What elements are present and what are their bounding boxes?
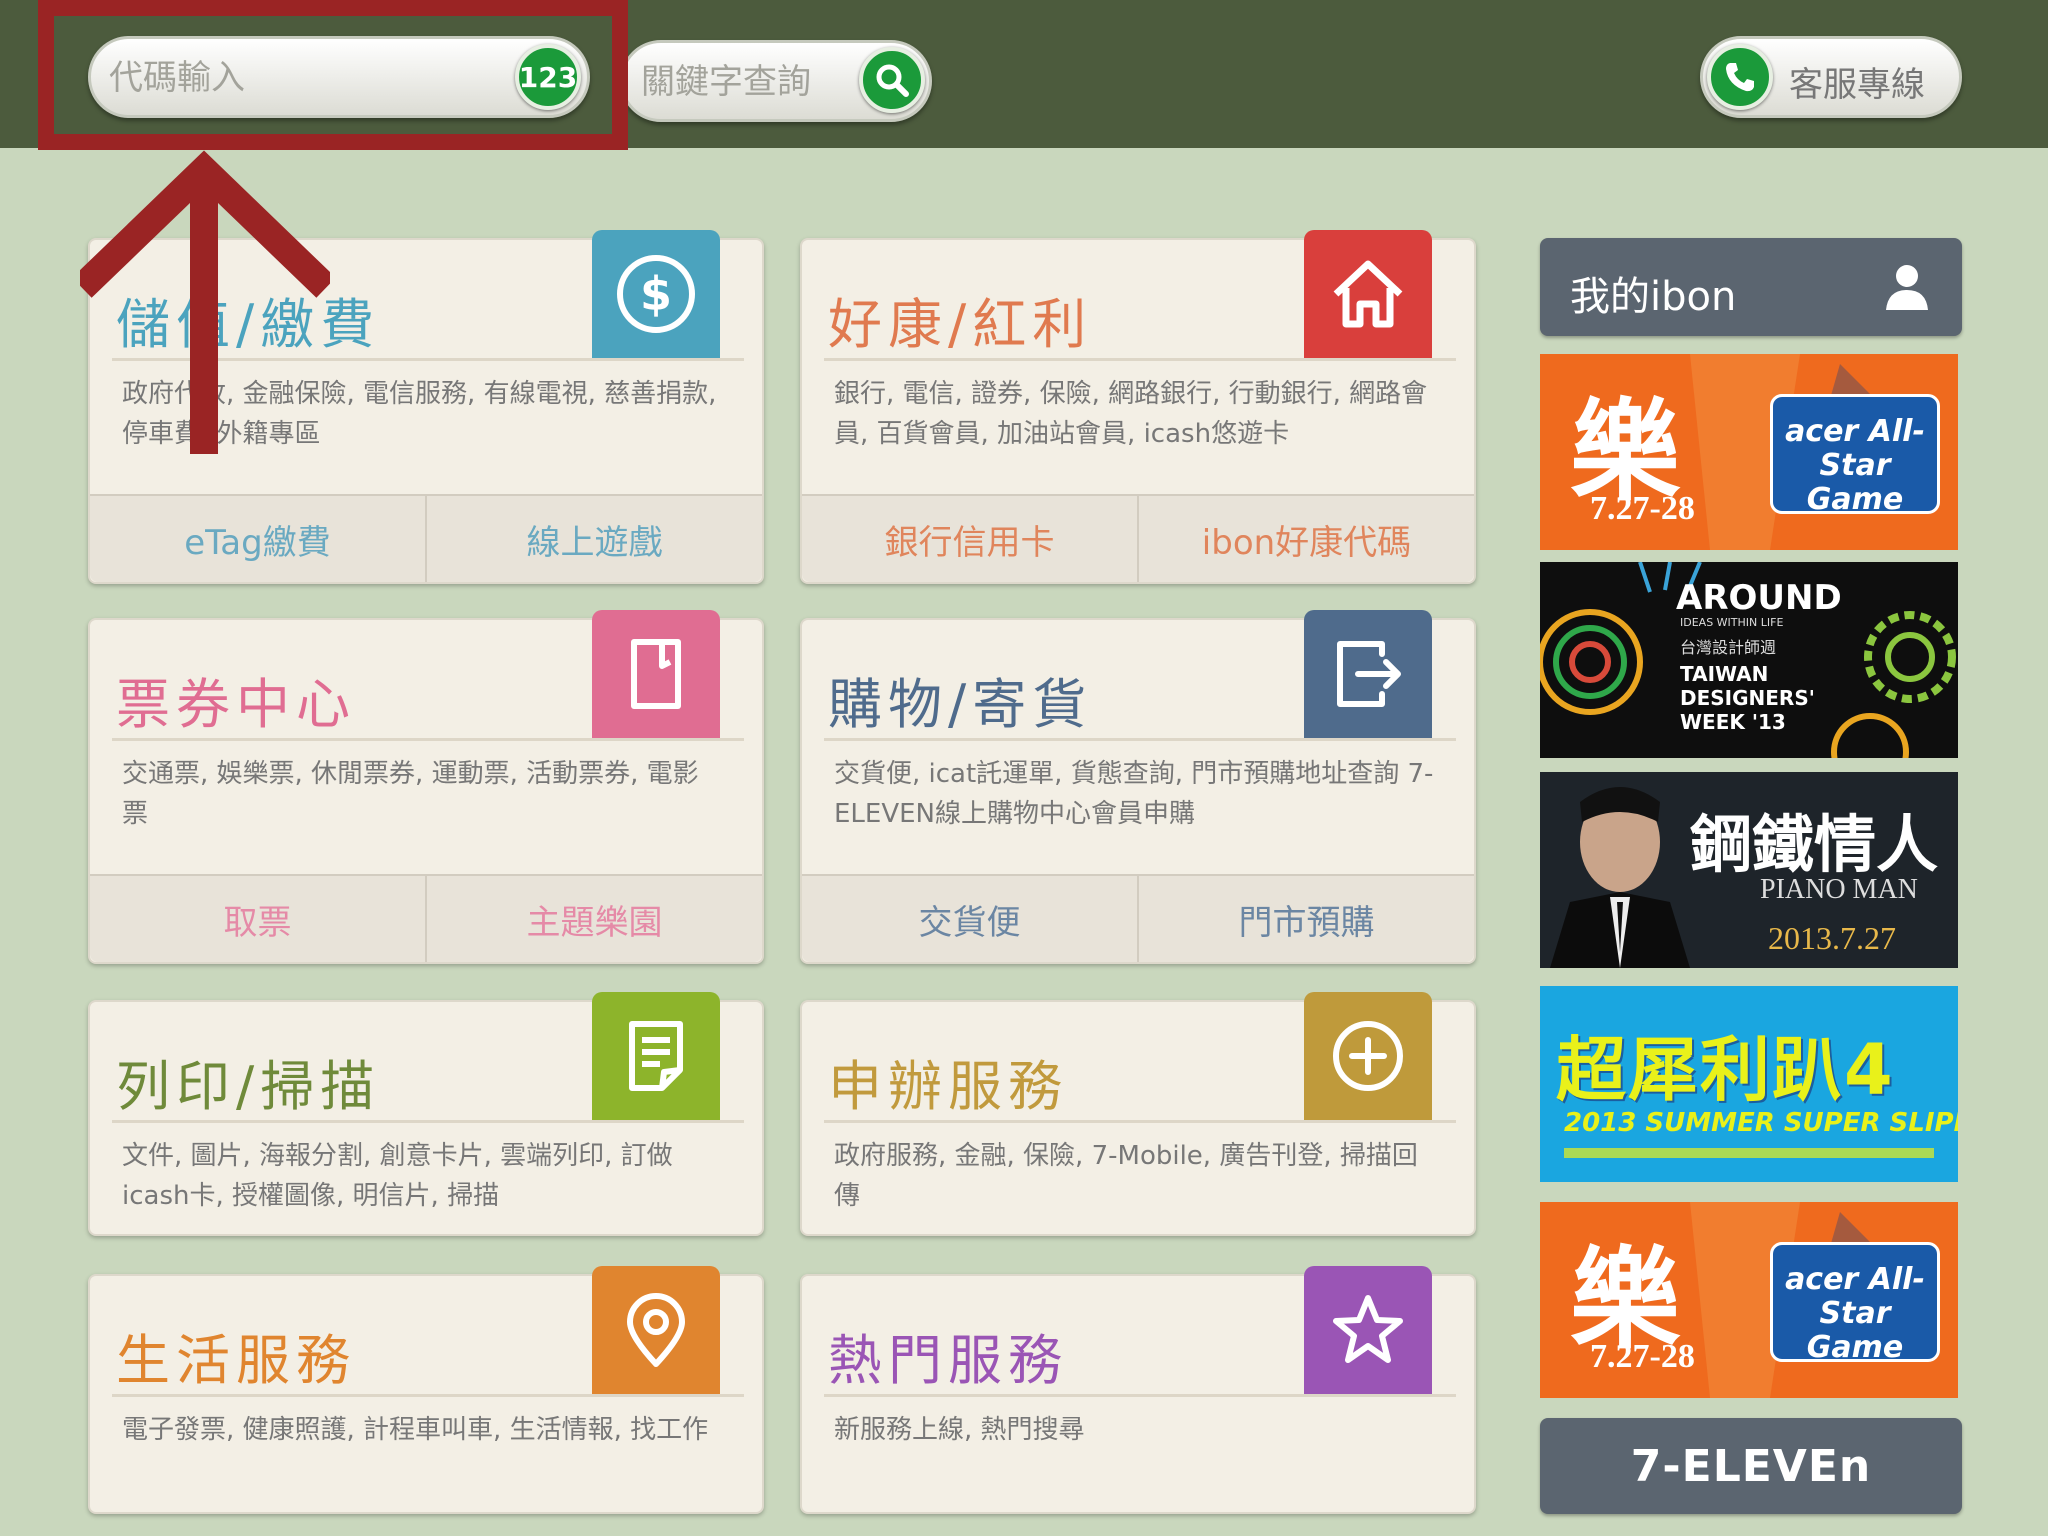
banner-title: 超犀利趴4 [1556,1029,1895,1111]
banner-sub1: IDEAS WITHIN LIFE [1680,616,1784,629]
card-icon-box: $ [592,230,720,358]
brand-label: 7-ELEVEn [1630,1440,1872,1492]
search-icon [876,64,909,97]
document-icon [629,1021,683,1091]
star-icon [1333,1295,1403,1363]
store-preorder-button[interactable]: 門市預購 [1139,876,1474,962]
card-button-row: 銀行信用卡 ibon好康代碼 [802,494,1474,582]
card-description: 電子發票, 健康照護, 計程車叫車, 生活情報, 找工作 [122,1415,709,1445]
banner-allstar-2[interactable]: 樂 acer All-Star Game 7.27-28 [1540,1202,1958,1398]
card-button-row: 取票 主題樂園 [90,874,762,962]
card-divider [824,1120,1456,1123]
card-print[interactable]: 列印/掃描 文件, 圖片, 海報分割, 創意卡片, 雲端列印, 訂做icash卡… [88,992,764,1236]
exit-arrow-icon [1337,641,1401,707]
location-pin-icon [627,1293,685,1367]
bank-credit-card-button[interactable]: 銀行信用卡 [802,496,1139,582]
ticket-pickup-button[interactable]: 取票 [90,876,427,962]
card-title: 熱門服務 [828,1329,1068,1392]
card-icon-box [1304,1266,1432,1394]
card-icon-box [592,1266,720,1394]
banner-date: 2013.7.27 [1768,920,1896,956]
card-title: 申辦服務 [828,1055,1068,1118]
card-hot[interactable]: 熱門服務 新服務上線, 熱門搜尋 [800,1266,1476,1514]
card-divider [112,1120,744,1123]
card-button-row: 交貨便 門市預購 [802,874,1474,962]
banner-title: AROUND [1676,578,1842,618]
card-title: 購物/寄貨 [828,673,1093,736]
card-life[interactable]: 生活服務 電子發票, 健康照護, 計程車叫車, 生活情報, 找工作 [88,1266,764,1514]
card-icon-box [1304,230,1432,358]
card-title: 好康/紅利 [828,293,1093,356]
card-title: 生活服務 [116,1329,356,1392]
card-description: 新服務上線, 熱門搜尋 [834,1415,1085,1445]
svg-text:$: $ [640,267,672,321]
banner-allstar-1[interactable]: 樂 acer All-Star Game 7.27-28 [1540,354,1958,550]
customer-service-label: 客服專線 [1789,65,1925,105]
phone-icon-circle [1707,44,1773,110]
banner-subtitle: 2013 SUMMER SUPER SLIPPA [1564,1108,1958,1138]
phone-icon [1726,63,1754,92]
banner-subtitle: acer All-Star Game [1770,1242,1940,1365]
card-button-row: eTag繳費 線上遊戲 [90,494,762,582]
card-icon-box [1304,610,1432,738]
online-game-button[interactable]: 線上遊戲 [427,496,762,582]
delivery-button[interactable]: 交貨便 [802,876,1139,962]
card-icon-box [1304,992,1432,1120]
dollar-icon: $ [617,255,695,333]
theme-park-button[interactable]: 主題樂園 [427,876,762,962]
banner-subtitle: acer All-Star Game [1770,394,1940,517]
up-arrow-annotation [80,150,330,454]
search-button[interactable] [859,47,925,113]
card-divider [112,1394,744,1397]
banner-date: 7.27-28 [1590,1338,1695,1375]
card-tickets[interactable]: 票券中心 交通票, 娛樂票, 休閒票券, 運動票, 活動票券, 電影票 取票 主… [88,610,764,964]
banner-sub3: TAIWAN [1680,662,1769,686]
banner-title: 鋼鐵情人 [1690,808,1939,881]
keyword-search-field[interactable] [620,40,932,122]
ticket-icon [631,639,681,709]
card-shopping[interactable]: 購物/寄貨 交貨便, icat託運單, 貨態查詢, 門市預購地址查詢 7-ELE… [800,610,1476,964]
banner-designers-week[interactable]: AROUND IDEAS WITHIN LIFE 台灣設計師週 TAIWAN D… [1540,562,1958,758]
banner-piano-man[interactable]: 鋼鐵情人 PIANO MAN 2013.7.27 [1540,772,1958,968]
banner-subtitle: PIANO MAN [1760,874,1918,905]
customer-service-button[interactable]: 客服專線 [1700,36,1962,118]
banner-sub4: DESIGNERS' [1680,686,1815,710]
banner-super-slippa[interactable]: 超犀利趴4 2013 SUMMER SUPER SLIPPA [1540,986,1958,1182]
card-divider [824,1394,1456,1397]
etag-payment-button[interactable]: eTag繳費 [90,496,427,582]
card-icon-box [592,992,720,1120]
banner-sub2: 台灣設計師週 [1680,638,1777,657]
card-description: 交通票, 娛樂票, 休閒票券, 運動票, 活動票券, 電影票 [122,759,699,829]
card-title: 列印/掃描 [116,1055,381,1118]
banner-date: 7.27-28 [1590,490,1695,527]
card-description: 政府服務, 金融, 保險, 7-Mobile, 廣告刊登, 掃描回傳 [834,1141,1418,1211]
ibon-bonus-code-button[interactable]: ibon好康代碼 [1139,496,1474,582]
keyword-input[interactable] [641,57,871,107]
card-description: 銀行, 電信, 證券, 保險, 網路銀行, 行動銀行, 網路會員, 百貨會員, … [834,379,1428,449]
card-divider [824,738,1456,741]
highlight-box [38,0,628,150]
card-bonus[interactable]: 好康/紅利 銀行, 電信, 證券, 保險, 網路銀行, 行動銀行, 網路會員, … [800,230,1476,584]
user-icon [1886,265,1928,310]
card-apply[interactable]: 申辦服務 政府服務, 金融, 保險, 7-Mobile, 廣告刊登, 掃描回傳 [800,992,1476,1236]
card-icon-box [592,610,720,738]
card-divider [824,358,1456,361]
my-ibon-label: 我的ibon [1570,274,1737,320]
home-icon [1333,260,1403,328]
plus-circle-icon [1333,1021,1403,1091]
banner-stripe [1564,1148,1934,1158]
card-description: 文件, 圖片, 海報分割, 創意卡片, 雲端列印, 訂做icash卡, 授權圖像… [122,1141,673,1211]
card-divider [112,738,744,741]
my-ibon-button[interactable]: 我的ibon [1540,238,1962,336]
seven-eleven-logo-button[interactable]: 7-ELEVEn [1540,1418,1962,1514]
card-title: 票券中心 [116,673,356,736]
banner-sub5: WEEK '13 [1680,710,1786,734]
card-description: 交貨便, icat託運單, 貨態查詢, 門市預購地址查詢 7-ELEVEN線上購… [834,759,1434,829]
